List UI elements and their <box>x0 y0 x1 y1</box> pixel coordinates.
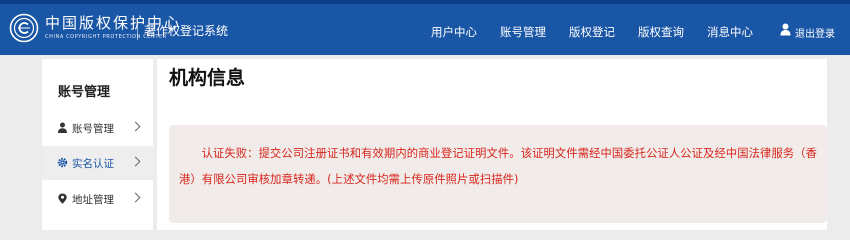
nav-account-management[interactable]: 账号管理 <box>500 24 546 40</box>
user-icon <box>58 122 67 133</box>
nav-message-center[interactable]: 消息中心 <box>707 24 753 40</box>
header-top-strip <box>0 0 850 4</box>
sidebar-item-real-name-verification[interactable]: 实名认证 <box>42 146 153 180</box>
page-title: 机构信息 <box>169 67 246 89</box>
chevron-right-icon <box>130 192 141 203</box>
sidebar-title: 账号管理 <box>58 85 111 100</box>
sidebar-item-account-management[interactable]: 账号管理 <box>42 111 153 145</box>
top-header: 中国版权保护中心 CHINA COPYRIGHT PROTECTION CENT… <box>0 0 850 55</box>
copyright-center-logo-icon <box>9 13 39 43</box>
chevron-right-icon <box>130 156 141 167</box>
location-pin-icon <box>58 193 67 204</box>
alert-message: 认证失败：提交公司注册证书和有效期内的商业登记证明文件。该证明文件需经中国委托公… <box>179 147 818 186</box>
sidebar-item-address-management[interactable]: 地址管理 <box>42 182 153 216</box>
chevron-right-icon <box>130 121 141 132</box>
sidebar-item-label: 地址管理 <box>72 194 114 206</box>
logout-button[interactable]: 退出登录 <box>795 25 835 40</box>
user-icon <box>780 23 791 36</box>
logo-divider <box>137 18 138 40</box>
gear-icon <box>57 157 68 168</box>
nav-user-center[interactable]: 用户中心 <box>431 24 477 40</box>
main-content: 机构信息 认证失败：提交公司注册证书和有效期内的商业登记证明文件。该证明文件需经… <box>157 59 827 230</box>
sidebar-item-label: 实名认证 <box>72 158 114 170</box>
verification-failed-alert: 认证失败：提交公司注册证书和有效期内的商业登记证明文件。该证明文件需经中国委托公… <box>169 125 827 223</box>
system-name: 著作权登记系统 <box>144 24 229 38</box>
nav-copyright-query[interactable]: 版权查询 <box>638 24 684 40</box>
sidebar: 账号管理 账号管理 实名认证 地址管理 <box>42 59 153 230</box>
sidebar-item-label: 账号管理 <box>72 123 114 135</box>
nav-copyright-registration[interactable]: 版权登记 <box>569 24 615 40</box>
